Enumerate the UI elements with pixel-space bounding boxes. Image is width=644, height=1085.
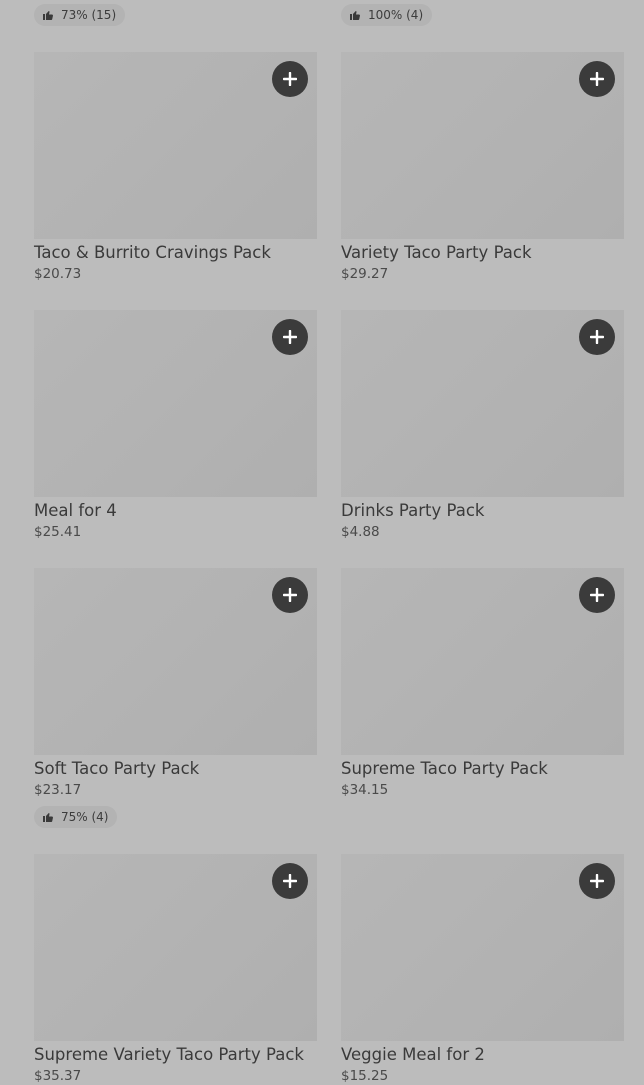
item-name[interactable]: Veggie Meal for 2 (341, 1045, 624, 1065)
rating-text: 73% (15) (61, 8, 117, 22)
item-name[interactable]: Taco & Burrito Cravings Pack (34, 243, 317, 263)
menu-item-grid: 73% (15) 100% (4) Taco & Burrito Craving… (0, 0, 644, 1085)
rating-badge: 75% (4) (34, 806, 118, 828)
plus-icon (283, 72, 297, 86)
menu-item-card[interactable]: Supreme Variety Taco Party Pack $35.37 (34, 854, 317, 1085)
item-price: $29.27 (341, 266, 389, 282)
plus-icon (590, 330, 604, 344)
add-to-cart-button[interactable] (579, 319, 615, 355)
add-to-cart-button[interactable] (579, 863, 615, 899)
item-name[interactable]: Supreme Variety Taco Party Pack (34, 1045, 317, 1065)
item-price: $15.25 (341, 1068, 389, 1084)
item-image[interactable] (341, 568, 624, 755)
item-price: $23.17 (34, 782, 82, 798)
plus-icon (283, 330, 297, 344)
plus-icon (590, 874, 604, 888)
add-to-cart-button[interactable] (272, 61, 308, 97)
add-to-cart-button[interactable] (272, 319, 308, 355)
plus-icon (590, 72, 604, 86)
item-name[interactable]: Drinks Party Pack (341, 501, 624, 521)
item-image[interactable] (34, 52, 317, 239)
item-image[interactable] (341, 52, 624, 239)
rating-text: 75% (4) (61, 810, 109, 824)
rating-text: 100% (4) (368, 8, 424, 22)
menu-item-card[interactable]: Veggie Meal for 2 $15.25 (341, 854, 624, 1085)
menu-item-card[interactable]: Supreme Taco Party Pack $34.15 (341, 568, 624, 799)
plus-icon (283, 588, 297, 602)
rating-badge: 73% (15) (34, 4, 126, 26)
menu-item-card[interactable]: Drinks Party Pack $4.88 (341, 310, 624, 541)
item-name[interactable]: Variety Taco Party Pack (341, 243, 624, 263)
item-price: $34.15 (341, 782, 389, 798)
item-image[interactable] (34, 568, 317, 755)
item-image[interactable] (34, 854, 317, 1041)
add-to-cart-button[interactable] (579, 61, 615, 97)
item-price: $25.41 (34, 524, 82, 540)
item-price: $4.88 (341, 524, 380, 540)
plus-icon (590, 588, 604, 602)
menu-item-card[interactable]: Variety Taco Party Pack $29.27 (341, 52, 624, 283)
rating-badge: 100% (4) (341, 4, 433, 26)
add-to-cart-button[interactable] (272, 863, 308, 899)
menu-item-card[interactable]: Meal for 4 $25.41 (34, 310, 317, 541)
item-price: $35.37 (34, 1068, 82, 1084)
item-image[interactable] (341, 310, 624, 497)
item-name[interactable]: Supreme Taco Party Pack (341, 759, 624, 779)
item-image[interactable] (341, 854, 624, 1041)
thumbs-up-icon (42, 811, 54, 823)
thumbs-up-icon (349, 9, 361, 21)
add-to-cart-button[interactable] (272, 577, 308, 613)
item-image[interactable] (34, 310, 317, 497)
item-name[interactable]: Meal for 4 (34, 501, 317, 521)
item-name[interactable]: Soft Taco Party Pack (34, 759, 317, 779)
menu-item-card[interactable]: Soft Taco Party Pack $23.17 75% (4) (34, 568, 317, 828)
thumbs-up-icon (42, 9, 54, 21)
plus-icon (283, 874, 297, 888)
add-to-cart-button[interactable] (579, 577, 615, 613)
item-price: $20.73 (34, 266, 82, 282)
menu-item-card[interactable]: Taco & Burrito Cravings Pack $20.73 (34, 52, 317, 283)
